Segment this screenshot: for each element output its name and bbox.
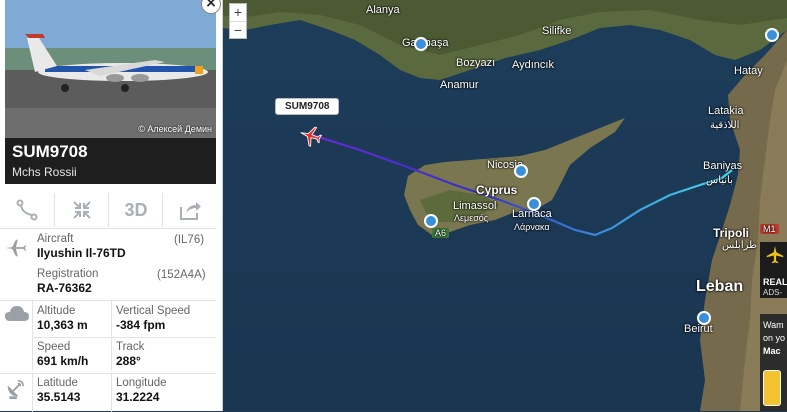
aircraft-photo-image xyxy=(5,0,216,138)
map-label-limassol: Limassol xyxy=(453,200,497,212)
map-label-aydincik: Aydıncık xyxy=(512,59,554,71)
vertical-speed-label: Vertical Speed xyxy=(116,305,191,317)
registration-code: (152A4A) xyxy=(157,269,206,281)
map-label-baniyas: Baniyas xyxy=(703,160,743,172)
promo-warn-line2: on yo xyxy=(763,333,786,343)
track-field: Track 288° xyxy=(116,341,144,368)
aircraft-value: Ilyushin Il-76TD xyxy=(37,246,126,260)
map-label-lebanon: Leban xyxy=(696,278,744,295)
altitude-field: Altitude 10,363 m xyxy=(37,305,88,332)
promo-realtime-text: REAL xyxy=(763,277,787,287)
aircraft-field: Aircraft Ilyushin Il-76TD xyxy=(37,233,126,260)
map-label-larnaca-gr: Λάρνακα xyxy=(514,222,550,232)
aircraft-label: Aircraft xyxy=(37,233,74,245)
map-label-tripoli-ar: طرابلس xyxy=(722,240,758,251)
aircraft-code: (IL76) xyxy=(174,234,205,246)
longitude-label: Longitude xyxy=(116,377,167,389)
zoom-in-button[interactable]: + xyxy=(230,4,246,21)
callsign: SUM9708 xyxy=(12,142,88,161)
speed-value: 691 km/h xyxy=(37,354,89,368)
callsign-header: SUM9708 Mchs Rossii xyxy=(5,138,216,184)
map-label-silifke: Silifke xyxy=(542,25,572,37)
airline-name: Mchs Rossii xyxy=(12,165,77,179)
longitude-field: Longitude 31.2224 xyxy=(116,377,167,404)
airport-pin-icon[interactable] xyxy=(765,28,779,42)
altitude-value: 10,363 m xyxy=(37,318,88,332)
phone-image-icon xyxy=(763,370,781,406)
registration-label: Registration xyxy=(37,268,99,280)
plane-icon xyxy=(5,239,26,257)
altitude-label: Altitude xyxy=(37,305,76,317)
aircraft-section: Aircraft Ilyushin Il-76TD (IL76) Registr… xyxy=(0,228,216,295)
road-badge-m1: M1 xyxy=(760,224,779,234)
map-label-cyprus: Cyprus xyxy=(476,183,518,197)
photo-credit: © Алексей Демин xyxy=(138,124,212,134)
close-panel-button[interactable]: × xyxy=(201,0,221,14)
map-label-hatay: Hatay xyxy=(734,65,763,77)
promo-strip[interactable]: REAL ADS- Wam on yo Mac xyxy=(760,242,787,411)
flight-label-tag[interactable]: SUM9708 xyxy=(275,98,340,115)
share-icon xyxy=(180,202,201,220)
map-label-limassol-gr: Λεμεσός xyxy=(454,213,489,223)
map-label-anamur: Anamur xyxy=(440,79,479,91)
map-label-latakia: Latakia xyxy=(708,105,744,117)
latitude-value: 35.5143 xyxy=(37,390,81,404)
speed-label: Speed xyxy=(37,341,71,353)
panel-toolbar: 3D xyxy=(0,193,216,227)
airport-pin-icon[interactable] xyxy=(514,164,528,178)
share-button[interactable] xyxy=(162,193,217,227)
registration-value: RA-76362 xyxy=(37,281,92,295)
center-view-button[interactable] xyxy=(54,193,109,227)
airport-pin-icon[interactable] xyxy=(414,37,428,51)
map-label-beirut: Beirut xyxy=(684,323,713,335)
position-section: Latitude 35.5143 Longitude 31.2224 xyxy=(0,373,216,412)
radar-dish-icon xyxy=(7,380,24,400)
promo-adsb-text: ADS- xyxy=(763,288,783,297)
latitude-label: Latitude xyxy=(37,377,78,389)
longitude-value: 31.2224 xyxy=(116,390,160,404)
plane-logo-icon xyxy=(766,245,784,264)
flight-info-panel: © Алексей Демин × SUM9708 Mchs Rossii 3D… xyxy=(0,0,223,412)
map-label-tripoli: Tripoli xyxy=(713,226,749,240)
promo-warn-line3: Mac xyxy=(763,346,781,356)
map-label-alanya: Alanya xyxy=(366,4,400,16)
map-label-baniyas-ar: بانياس xyxy=(706,175,733,186)
cloud-icon xyxy=(5,306,29,321)
aircraft-photo[interactable]: © Алексей Демин xyxy=(5,0,216,138)
route-button[interactable] xyxy=(0,193,54,227)
promo-warn-line1: Wam xyxy=(763,320,784,330)
speed-field: Speed 691 km/h xyxy=(37,341,88,368)
compress-icon xyxy=(73,201,91,219)
map-label-bozyazi: Bozyazı xyxy=(456,57,496,69)
road-badge-a6: A6 xyxy=(432,228,450,238)
zoom-out-button[interactable]: − xyxy=(230,21,246,39)
latitude-field: Latitude 35.5143 xyxy=(37,377,80,404)
zoom-control: + − xyxy=(229,3,247,39)
vertical-speed-value: -384 fpm xyxy=(116,318,166,332)
registration-field: Registration RA-76362 xyxy=(37,268,98,295)
3d-view-button[interactable]: 3D xyxy=(108,193,163,227)
map-label-latakia-ar: اللاذقية xyxy=(710,120,740,131)
airport-pin-icon[interactable] xyxy=(527,197,541,211)
track-value: 288° xyxy=(116,354,141,368)
track-label: Track xyxy=(116,341,145,353)
airport-pin-icon[interactable] xyxy=(424,214,438,228)
altitude-section: Altitude 10,363 m Vertical Speed -384 fp… xyxy=(0,300,216,371)
vertical-speed-field: Vertical Speed -384 fpm xyxy=(116,305,190,332)
route-icon xyxy=(16,199,38,221)
airport-pin-icon[interactable] xyxy=(697,311,711,325)
